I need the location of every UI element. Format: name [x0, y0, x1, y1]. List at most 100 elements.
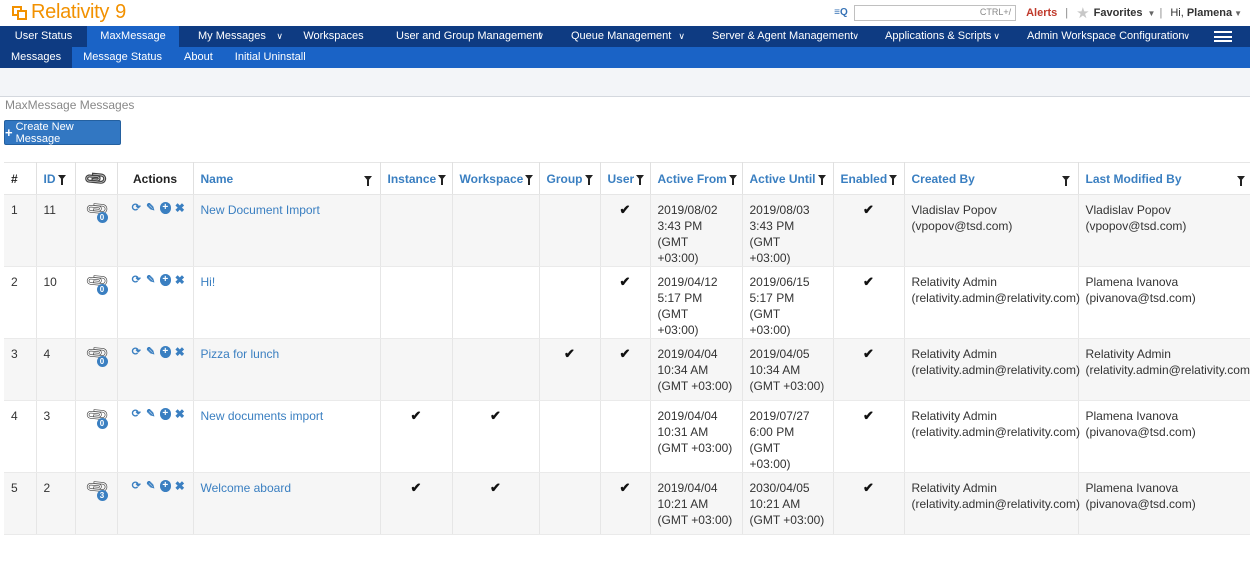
- chevron-down-icon[interactable]: ∨: [276, 26, 283, 47]
- tab-user-status[interactable]: User Status: [0, 26, 87, 47]
- greeting-text: Hi,: [1170, 7, 1184, 19]
- star-icon[interactable]: ★: [1076, 4, 1089, 22]
- chevron-down-icon[interactable]: ∨: [537, 26, 544, 47]
- subtab-initial-uninstall[interactable]: Initial Uninstall: [224, 47, 317, 68]
- message-name-link[interactable]: New Document Import: [201, 203, 320, 217]
- filter-icon[interactable]: [889, 174, 898, 185]
- tab-applications-scripts[interactable]: Applications & Scripts ∨: [867, 26, 1008, 47]
- col-instance[interactable]: Instance: [380, 162, 453, 195]
- enabled-check-icon: ✔: [863, 408, 874, 423]
- message-name-link[interactable]: Pizza for lunch: [201, 347, 280, 361]
- edit-icon[interactable]: ✎: [145, 408, 157, 420]
- cell-enabled: ✔: [833, 338, 905, 401]
- subtab-about[interactable]: About: [173, 47, 224, 68]
- add-icon[interactable]: +: [159, 202, 171, 214]
- col-group[interactable]: Group: [539, 162, 601, 195]
- cell-active-until: 2030/04/05 10:21 AM (GMT +03:00): [742, 472, 834, 535]
- quick-nav-input[interactable]: CTRL+/: [854, 5, 1017, 21]
- chevron-down-icon[interactable]: ∨: [852, 26, 859, 47]
- col-id[interactable]: ID: [36, 162, 76, 195]
- col-enabled[interactable]: Enabled: [833, 162, 905, 195]
- filter-icon[interactable]: [817, 174, 826, 185]
- delete-icon[interactable]: ✖: [174, 345, 186, 359]
- main-menu-button[interactable]: [1198, 26, 1250, 47]
- col-active-until[interactable]: Active Until: [742, 162, 834, 195]
- filter-icon[interactable]: [1237, 176, 1245, 186]
- delete-icon[interactable]: ✖: [174, 273, 186, 287]
- add-icon[interactable]: +: [159, 274, 171, 286]
- tab-server-agent-management[interactable]: Server & Agent Management ∨: [693, 26, 867, 47]
- created-by-name: Vladislav Popov: [911, 203, 997, 217]
- delete-icon[interactable]: ✖: [174, 407, 186, 421]
- filter-icon[interactable]: [57, 174, 66, 185]
- edit-icon[interactable]: ✎: [145, 274, 157, 286]
- filter-icon[interactable]: [363, 176, 372, 186]
- chevron-down-icon[interactable]: ∨: [993, 26, 1000, 47]
- tab-queue-management[interactable]: Queue Management ∨: [552, 26, 693, 47]
- delete-icon[interactable]: ✖: [174, 479, 186, 493]
- relativity-logo[interactable]: Relativity 9: [12, 1, 126, 23]
- quick-nav-search-icon[interactable]: ≡Q: [834, 7, 848, 19]
- attachments-button[interactable]: 📎︎ 0: [84, 341, 111, 367]
- preview-icon[interactable]: ⟳: [131, 408, 143, 420]
- cell-actions: ⟳ ✎ + ✖: [117, 266, 194, 339]
- filter-icon[interactable]: [525, 174, 534, 185]
- preview-icon[interactable]: ⟳: [131, 346, 143, 358]
- attachments-button[interactable]: 📎︎ 0: [84, 269, 111, 295]
- edit-icon[interactable]: ✎: [145, 480, 157, 492]
- edit-icon[interactable]: ✎: [145, 202, 157, 214]
- instance-check-icon: ✔: [410, 480, 422, 495]
- delete-icon[interactable]: ✖: [174, 201, 186, 215]
- edit-icon[interactable]: ✎: [145, 346, 157, 358]
- tab-user-group-management[interactable]: User and Group Management ∨: [376, 26, 552, 47]
- cell-actions: ⟳ ✎ + ✖: [117, 194, 194, 267]
- row-id: 2: [43, 481, 51, 495]
- cell-id: 3: [36, 400, 76, 473]
- preview-icon[interactable]: ⟳: [131, 202, 143, 214]
- modified-by-email: (pivanova@tsd.com): [1085, 291, 1196, 305]
- message-name-link[interactable]: Hi!: [201, 275, 216, 289]
- tab-workspaces[interactable]: Workspaces: [291, 26, 376, 47]
- modified-by-name: Relativity Admin: [1085, 347, 1171, 361]
- cell-active-from: 2019/04/04 10:31 AM (GMT +03:00): [650, 400, 743, 473]
- chevron-down-icon[interactable]: ▼: [1234, 9, 1242, 18]
- attachments-button[interactable]: 📎︎ 0: [84, 197, 111, 223]
- create-new-message-button[interactable]: + Create New Message: [4, 120, 121, 145]
- preview-icon[interactable]: ⟳: [131, 274, 143, 286]
- alerts-link[interactable]: Alerts: [1026, 7, 1057, 19]
- sub-navigation: Messages Message Status About Initial Un…: [0, 47, 1250, 68]
- col-name[interactable]: Name: [193, 162, 381, 195]
- filter-icon[interactable]: [1061, 176, 1070, 186]
- row-actions: ⟳ ✎ + ✖: [125, 479, 186, 493]
- add-icon[interactable]: +: [159, 480, 171, 492]
- add-icon[interactable]: +: [159, 408, 171, 420]
- tab-admin-workspace-configuration[interactable]: Admin Workspace Configuration ∨: [1008, 26, 1198, 47]
- col-last-modified-by[interactable]: Last Modified By: [1078, 162, 1250, 195]
- cell-num: 5: [4, 472, 37, 535]
- filter-icon[interactable]: [728, 174, 737, 185]
- message-name-link[interactable]: Welcome aboard: [201, 481, 292, 495]
- filter-icon[interactable]: [584, 174, 593, 185]
- preview-icon[interactable]: ⟳: [131, 480, 143, 492]
- col-created-by[interactable]: Created By: [904, 162, 1079, 195]
- col-active-from[interactable]: Active From: [650, 162, 743, 195]
- user-greeting[interactable]: Hi, Plamena: [1170, 7, 1232, 19]
- col-user[interactable]: User: [600, 162, 651, 195]
- attachments-button[interactable]: 📎︎ 0: [84, 403, 111, 429]
- tab-my-messages[interactable]: My Messages ∨: [179, 26, 291, 47]
- filter-icon[interactable]: [438, 174, 447, 185]
- tab-maxmessage[interactable]: MaxMessage: [87, 26, 179, 47]
- add-icon[interactable]: +: [159, 346, 171, 358]
- cell-instance: ✔: [380, 472, 453, 535]
- favorites-menu[interactable]: Favorites: [1094, 7, 1143, 19]
- col-workspace[interactable]: Workspace: [452, 162, 540, 195]
- chevron-down-icon[interactable]: ∨: [1183, 26, 1190, 47]
- chevron-down-icon[interactable]: ∨: [678, 26, 685, 47]
- instance-check-icon: ✔: [410, 408, 422, 423]
- subtab-message-status[interactable]: Message Status: [72, 47, 173, 68]
- filter-icon[interactable]: [636, 174, 645, 185]
- message-name-link[interactable]: New documents import: [201, 409, 324, 423]
- subtab-messages[interactable]: Messages: [0, 47, 73, 68]
- attachments-button[interactable]: 📎︎ 3: [84, 475, 111, 501]
- chevron-down-icon[interactable]: ▼: [1148, 9, 1156, 18]
